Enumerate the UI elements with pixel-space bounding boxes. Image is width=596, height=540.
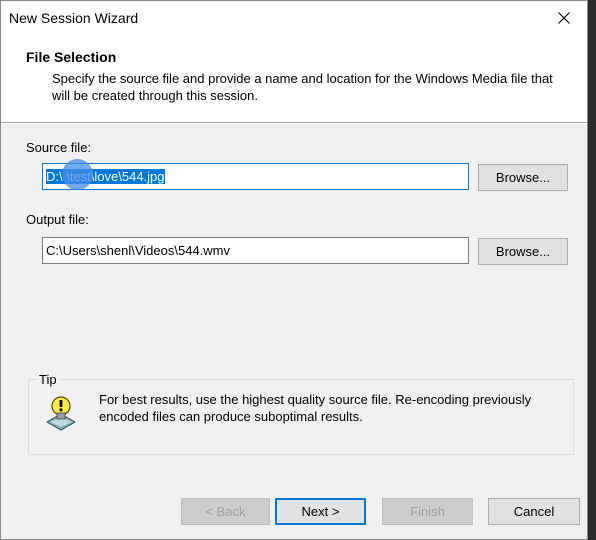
background-edge — [588, 0, 596, 540]
page-description: Specify the source file and provide a na… — [52, 71, 553, 103]
source-browse-button[interactable]: Browse... — [478, 164, 568, 191]
output-file-value: C:\Users\shenl\Videos\544.wmv — [46, 243, 231, 258]
output-file-input[interactable]: C:\Users\shenl\Videos\544.wmv — [42, 237, 469, 264]
tip-legend: Tip — [37, 372, 59, 387]
title-bar[interactable]: New Session Wizard — [1, 1, 587, 35]
cancel-button[interactable]: Cancel — [488, 498, 580, 525]
finish-button[interactable]: Finish — [382, 498, 473, 525]
output-browse-button[interactable]: Browse... — [478, 238, 568, 265]
header-divider — [1, 122, 587, 124]
source-file-input[interactable]: D:\ \test\love\544.jpg — [42, 163, 469, 190]
window-title: New Session Wizard — [9, 10, 139, 26]
wizard-window: New Session Wizard File Selection Specif… — [0, 0, 588, 540]
close-button[interactable] — [541, 1, 587, 35]
page-title: File Selection — [26, 49, 117, 65]
output-file-label: Output file: — [26, 212, 89, 227]
cursor-highlight — [62, 159, 93, 190]
tip-lightbulb-icon — [46, 396, 76, 431]
close-icon — [558, 12, 570, 24]
source-file-label: Source file: — [26, 140, 92, 155]
back-button[interactable]: < Back — [181, 498, 270, 525]
tip-text: For best results, use the highest qualit… — [99, 392, 532, 424]
next-button[interactable]: Next > — [275, 498, 366, 525]
wizard-header: File Selection Specify the source file a… — [1, 35, 587, 122]
